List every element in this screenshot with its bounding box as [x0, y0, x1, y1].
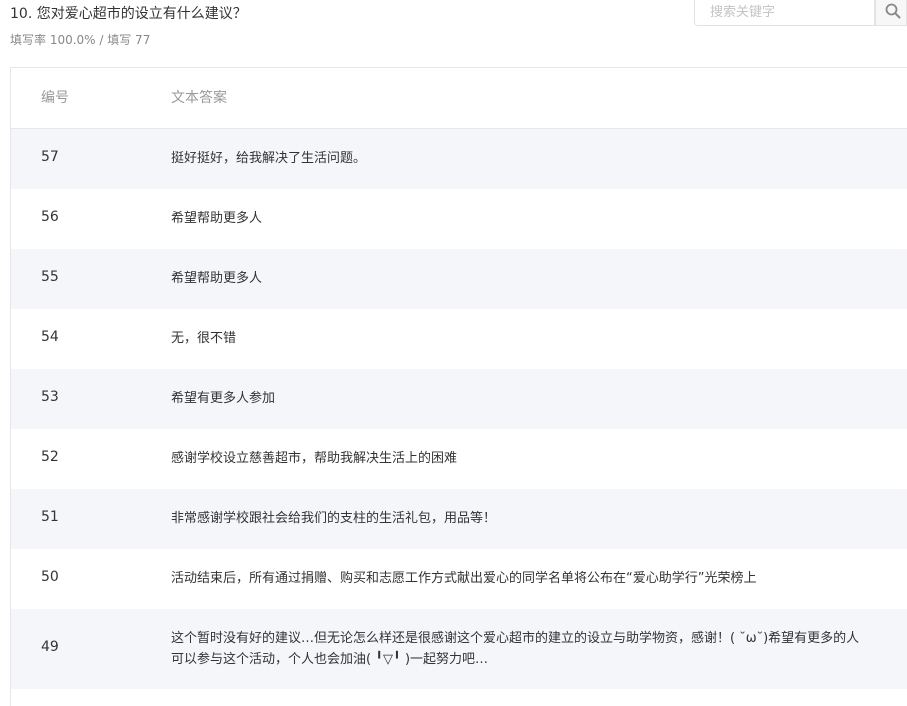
- search-input[interactable]: [695, 0, 874, 25]
- table-row: 51 非常感谢学校跟社会给我们的支柱的生活礼包，用品等！: [11, 489, 907, 549]
- row-text: 希望帮助更多人: [171, 271, 263, 286]
- row-id: 49: [41, 639, 59, 655]
- table-row: 54 无，很不错: [11, 309, 907, 369]
- table-row: 50 活动结束后，所有通过捐赠、购买和志愿工作方式献出爱心的同学名单将公布在“爱…: [11, 549, 907, 609]
- search-button[interactable]: [875, 0, 907, 26]
- column-header-answer: 文本答案: [171, 90, 227, 106]
- row-id: 57: [41, 149, 59, 165]
- row-text: 活动结束后，所有通过捐赠、购买和志愿工作方式献出爱心的同学名单将公布在“爱心助学…: [171, 571, 757, 586]
- row-text: 希望有更多人参加: [171, 391, 276, 406]
- table-header: 编号 文本答案: [11, 68, 907, 129]
- table-row: 53 希望有更多人参加: [11, 369, 907, 429]
- table-row: 57 挺好挺好，给我解决了生活问题。: [11, 129, 907, 189]
- row-text: 无，很不错: [171, 331, 237, 346]
- column-header-id: 编号: [41, 90, 69, 106]
- question-meta: 填写率 100.0% / 填写 77: [10, 33, 151, 47]
- table-row: [11, 689, 907, 706]
- row-id: 55: [41, 269, 59, 285]
- question-title: 10. 您对爱心超市的设立有什么建议？: [10, 6, 247, 22]
- row-text: 感谢学校设立慈善超市，帮助我解决生活上的困难: [171, 451, 458, 466]
- table-row: 49 这个暂时没有好的建议…但无论怎么样还是很感谢这个爱心超市的建立的设立与助学…: [11, 609, 907, 689]
- table-row: 52 感谢学校设立慈善超市，帮助我解决生活上的困难: [11, 429, 907, 489]
- row-id: 51: [41, 509, 59, 525]
- row-id: 56: [41, 209, 59, 225]
- row-id: 53: [41, 389, 59, 405]
- row-text: 挺好挺好，给我解决了生活问题。: [171, 151, 367, 166]
- table-row: 55 希望帮助更多人: [11, 249, 907, 309]
- search-icon: [885, 3, 901, 19]
- table-row: 56 希望帮助更多人: [11, 189, 907, 249]
- answer-table: 编号 文本答案 57 挺好挺好，给我解决了生活问题。 56 希望帮助更多人 55…: [10, 67, 907, 706]
- search-box: [694, 0, 875, 26]
- row-id: 52: [41, 449, 59, 465]
- row-text: 希望帮助更多人: [171, 211, 263, 226]
- row-text: 这个暂时没有好的建议…但无论怎么样还是很感谢这个爱心超市的建立的设立与助学物资，…: [171, 631, 860, 667]
- row-text: 非常感谢学校跟社会给我们的支柱的生活礼包，用品等！: [171, 511, 497, 526]
- row-id: 50: [41, 569, 59, 585]
- row-id: 54: [41, 329, 59, 345]
